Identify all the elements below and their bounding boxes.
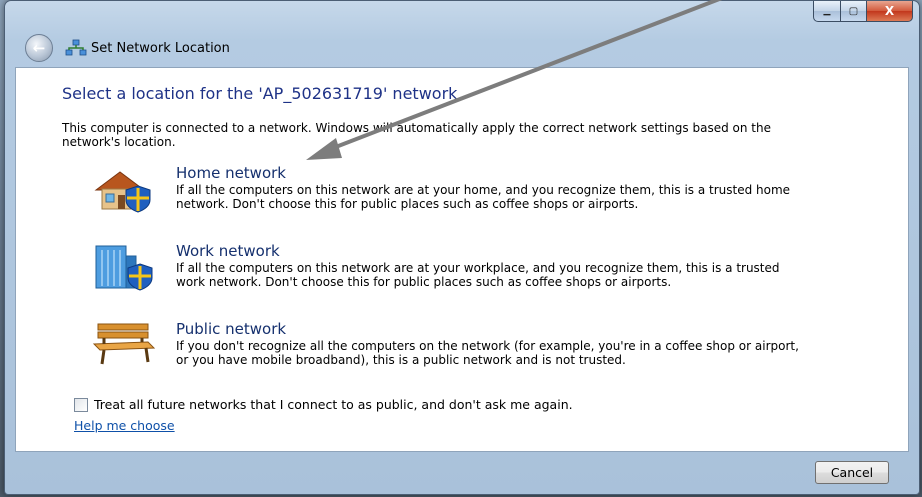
intro-text: This computer is connected to a network.… [62,121,771,149]
treat-as-public-label[interactable]: Treat all future networks that I connect… [94,397,573,412]
maximize-icon: ▢ [848,5,859,17]
back-button[interactable]: ← [25,34,53,62]
network-icon [65,39,87,57]
house-shield-icon [90,164,160,214]
window-title: Set Network Location [91,40,230,56]
close-icon: X [884,4,895,18]
home-network-description: If all the computers on this network are… [176,183,791,211]
cancel-button[interactable]: Cancel [815,461,889,484]
park-bench-icon [90,320,160,370]
page-heading: Select a location for the 'AP_502631719'… [62,84,458,103]
close-button[interactable]: X [867,1,913,22]
caption-buttons: ▁ ▢ X [813,1,913,22]
treat-as-public-row: Treat all future networks that I connect… [74,397,573,412]
work-network-title: Work network [176,242,280,260]
title-bar[interactable]: ▁ ▢ X [5,1,919,31]
option-home-network[interactable]: Home network If all the computers on thi… [90,164,810,234]
minimize-icon: ▁ [823,6,831,16]
maximize-button[interactable]: ▢ [841,1,867,22]
option-work-network[interactable]: Work network If all the computers on thi… [90,242,810,312]
minimize-button[interactable]: ▁ [813,1,841,22]
back-arrow-icon: ← [32,39,46,57]
public-network-description: If you don't recognize all the computers… [176,339,799,367]
home-network-title: Home network [176,164,286,182]
work-network-description: If all the computers on this network are… [176,261,780,289]
building-shield-icon [90,242,160,292]
treat-as-public-checkbox[interactable] [74,397,88,412]
public-network-title: Public network [176,320,287,338]
help-me-choose-link[interactable]: Help me choose [74,418,175,433]
navigation-row: ← Set Network Location [25,34,230,62]
option-public-network[interactable]: Public network If you don't recognize al… [90,320,810,390]
